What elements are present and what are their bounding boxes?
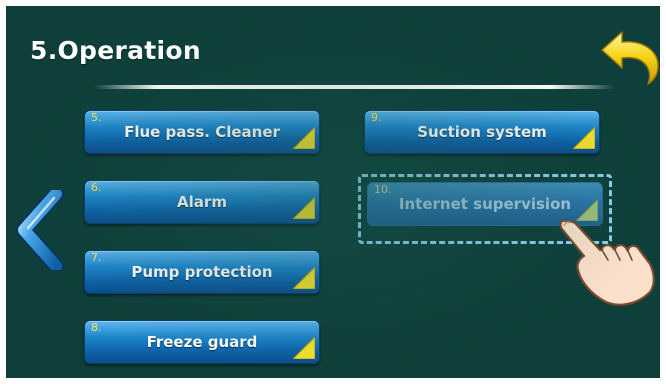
return-arrow-icon bbox=[601, 31, 659, 85]
menu-button-alarm[interactable]: 6. Alarm bbox=[84, 180, 320, 224]
pointing-hand-icon bbox=[559, 219, 655, 306]
menu-label: Pump protection bbox=[131, 263, 273, 281]
corner-triangle-icon bbox=[293, 197, 315, 219]
corner-triangle-icon bbox=[573, 127, 595, 149]
menu-button-freeze-guard[interactable]: 8. Freeze guard bbox=[84, 320, 320, 364]
menu-label: Alarm bbox=[177, 193, 227, 211]
corner-triangle-icon bbox=[293, 337, 315, 359]
previous-page-button[interactable] bbox=[16, 186, 72, 274]
menu-button-pump-protection[interactable]: 7. Pump protection bbox=[84, 250, 320, 294]
chevron-left-icon bbox=[16, 186, 64, 274]
corner-triangle-icon bbox=[293, 127, 315, 149]
menu-label: Flue pass. Cleaner bbox=[124, 123, 280, 141]
page-title: 5.Operation bbox=[30, 36, 201, 65]
title-divider bbox=[94, 85, 614, 89]
menu-label: Freeze guard bbox=[146, 333, 258, 351]
menu-button-suction-system[interactable]: 9. Suction system bbox=[364, 110, 600, 154]
menu-button-flue-pass-cleaner[interactable]: 5. Flue pass. Cleaner bbox=[84, 110, 320, 154]
operation-screen: 5.Operation 5. Flue pass. Cleaner 6. Ala… bbox=[0, 0, 666, 384]
menu-label: Suction system bbox=[417, 123, 547, 141]
back-button[interactable] bbox=[596, 24, 666, 86]
corner-triangle-icon bbox=[293, 267, 315, 289]
